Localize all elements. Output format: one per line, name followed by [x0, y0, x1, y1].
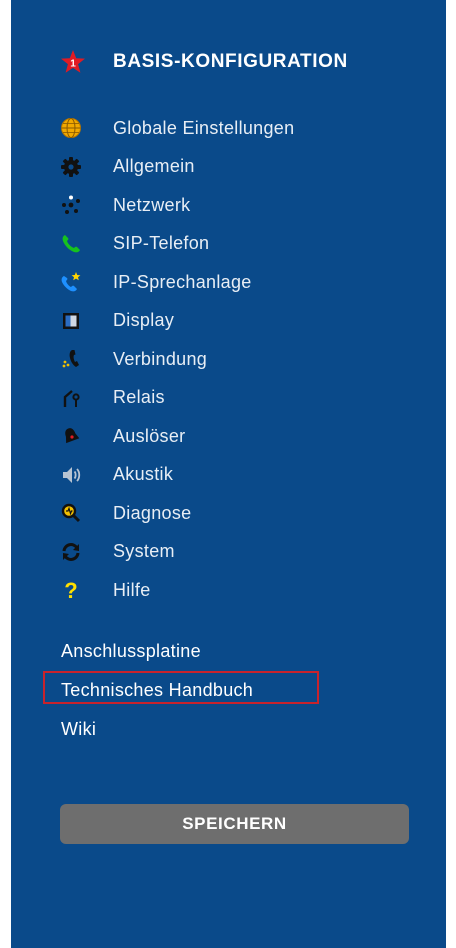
config-menu: Globale Einstellungen Allgemein Netzwerk…	[59, 109, 294, 610]
globe-icon	[59, 116, 83, 140]
sidebar-links: Anschlussplatine Technisches Handbuch Wi…	[61, 632, 253, 749]
display-icon	[59, 309, 83, 333]
sidebar-item-display[interactable]: Display	[59, 302, 294, 341]
svg-text:1: 1	[70, 59, 76, 70]
sidebar-item-label: Display	[113, 310, 175, 331]
save-button[interactable]: SPEICHERN	[60, 804, 409, 844]
gear-icon	[59, 155, 83, 179]
sidebar-item-ip-sprechanlage[interactable]: IP-Sprechanlage	[59, 263, 294, 302]
phone-icon	[59, 232, 83, 256]
sidebar-item-label: Auslöser	[113, 425, 186, 446]
intercom-phone-icon	[59, 270, 83, 294]
sidebar-item-relais[interactable]: Relais	[59, 379, 294, 418]
sidebar-item-label: Hilfe	[113, 579, 151, 600]
sidebar-item-label: Diagnose	[113, 502, 192, 523]
sidebar-item-label: IP-Sprechanlage	[113, 271, 252, 292]
speaker-icon	[59, 463, 83, 487]
sidebar-item-label: Allgemein	[113, 156, 195, 177]
sidebar-item-netzwerk[interactable]: Netzwerk	[59, 186, 294, 225]
connection-icon	[59, 347, 83, 371]
sidebar-item-system[interactable]: System	[59, 533, 294, 572]
sidebar-item-sip-telefon[interactable]: SIP-Telefon	[59, 225, 294, 264]
sidebar-item-label: System	[113, 541, 175, 562]
sidebar-item-globale-einstellungen[interactable]: Globale Einstellungen	[59, 109, 294, 148]
sidebar-item-label: Netzwerk	[113, 194, 191, 215]
sidebar-item-allgemein[interactable]: Allgemein	[59, 148, 294, 187]
help-icon: ?	[59, 578, 83, 602]
refresh-icon	[59, 540, 83, 564]
sidebar-item-hilfe[interactable]: ? Hilfe	[59, 571, 294, 610]
sidebar-item-label: Relais	[113, 387, 165, 408]
network-icon	[59, 193, 83, 217]
sidebar-item-label: SIP-Telefon	[113, 233, 210, 254]
relay-icon	[59, 386, 83, 410]
star-badge-icon: 1	[59, 48, 87, 76]
sidebar-item-label: Globale Einstellungen	[113, 117, 295, 138]
sidebar-item-label: Verbindung	[113, 348, 208, 369]
svg-text:?: ?	[64, 579, 77, 601]
section-title: BASIS-KONFIGURATION	[113, 51, 348, 72]
sidebar-item-label: Akustik	[113, 464, 174, 485]
trigger-bell-icon	[59, 424, 83, 448]
sidebar-item-akustik[interactable]: Akustik	[59, 456, 294, 495]
sidebar-item-ausloeser[interactable]: Auslöser	[59, 417, 294, 456]
link-wiki[interactable]: Wiki	[61, 710, 253, 749]
diagnosis-magnifier-icon	[59, 501, 83, 525]
sidebar-item-diagnose[interactable]: Diagnose	[59, 494, 294, 533]
sidebar-item-verbindung[interactable]: Verbindung	[59, 340, 294, 379]
link-anschlussplatine[interactable]: Anschlussplatine	[61, 632, 253, 671]
link-technisches-handbuch[interactable]: Technisches Handbuch	[61, 671, 253, 710]
section-header: 1 BASIS-KONFIGURATION	[59, 48, 348, 76]
